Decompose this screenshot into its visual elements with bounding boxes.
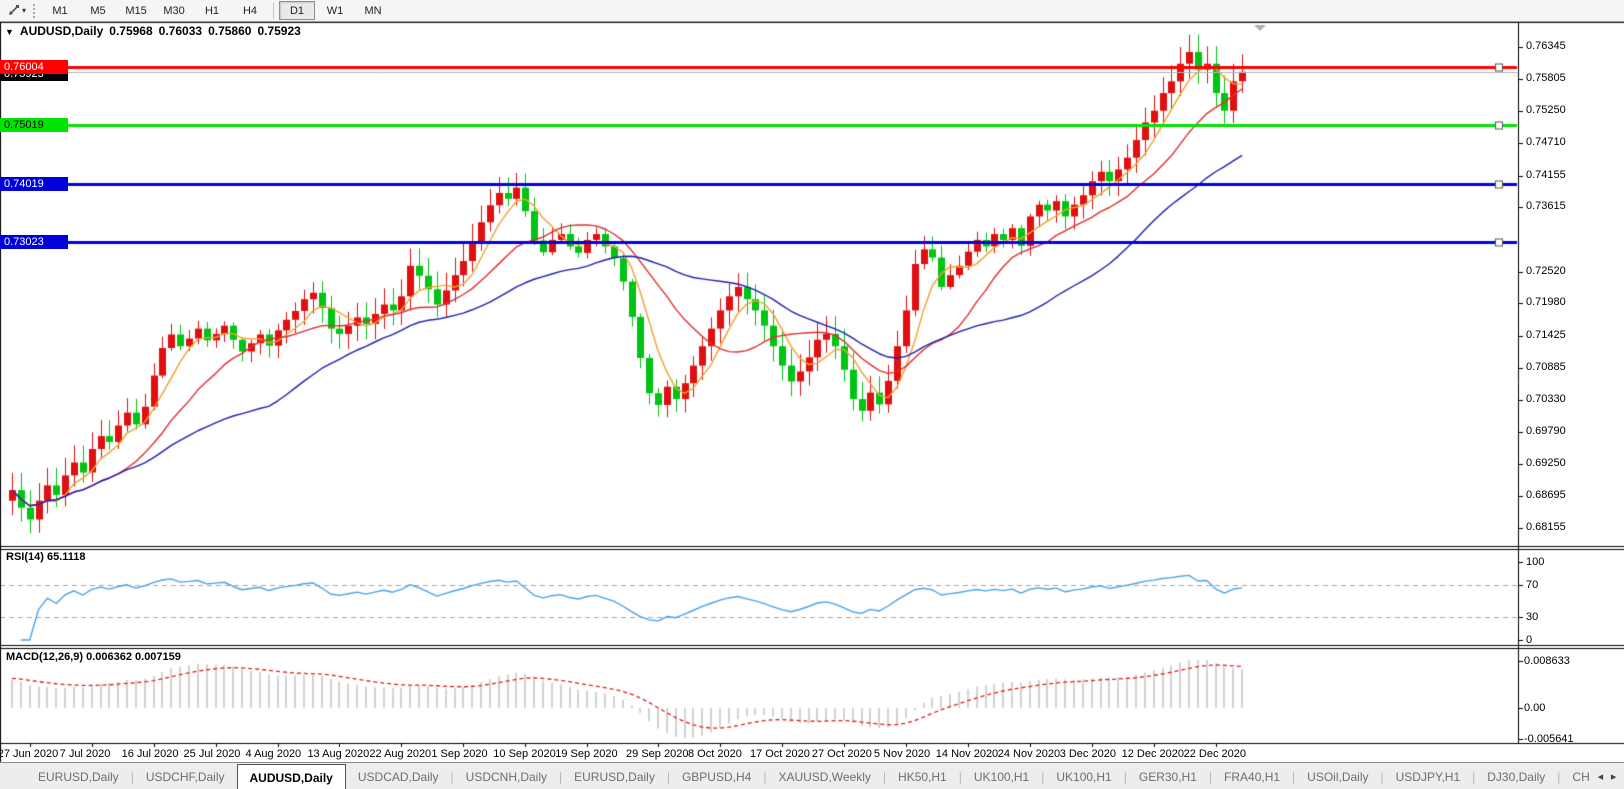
hline-price-label[interactable]: 0.74019	[0, 176, 68, 191]
tab-uk100-h1[interactable]: UK100,H1	[962, 763, 1041, 789]
rsi-tick-label: 0	[1526, 634, 1533, 646]
price-tick-label: 0.71425	[1526, 328, 1566, 341]
toolbar: ▾ M1 M5 M15 M30 H1 H4 D1 W1 MN	[0, 0, 1624, 22]
date-tick-label: 10 Sep 2020	[493, 748, 556, 760]
price-tick-label: 0.69250	[1526, 456, 1566, 469]
timeframe-button-mn[interactable]: MN	[355, 1, 391, 20]
price-tick-label: 0.76345	[1526, 40, 1566, 52]
tab-audusd-daily[interactable]: AUDUSD,Daily	[236, 764, 346, 789]
ohlc-high: 0.76033	[158, 24, 203, 38]
tab-usoil-daily[interactable]: USOil,Daily	[1295, 763, 1380, 789]
tab-usdcnh-daily[interactable]: USDCNH,Daily	[454, 763, 559, 789]
date-tick-label: 25 Jul 2020	[183, 748, 241, 760]
price-tick-label: 0.70885	[1526, 360, 1566, 373]
price-tick-label: 0.69790	[1526, 424, 1566, 437]
chart-title-bar: ▼ AUDUSD,Daily 0.75968 0.76033 0.75860 0.7592…	[5, 24, 307, 38]
date-tick-label: 22 Aug 2020	[369, 748, 432, 760]
tab-uk100-h1[interactable]: UK100,H1	[1044, 763, 1123, 789]
one-click-collapse-icon[interactable]: ▼	[5, 27, 14, 37]
chart-tab-bar: EURUSD,Daily | USDCHF,Daily AUDUSD,Daily USD…	[0, 762, 1624, 789]
date-tick-label: 14 Nov 2020	[935, 748, 999, 760]
timeframe-button-d1[interactable]: D1	[279, 1, 316, 20]
timeframe-button-m30[interactable]: M30	[156, 1, 192, 20]
rsi-tick-label: 100	[1526, 556, 1545, 568]
date-tick-label: 5 Nov 2020	[873, 748, 931, 760]
date-tick-label: 7 Jul 2020	[59, 748, 111, 760]
rsi-panel-label: RSI(14) 65.1118	[6, 551, 86, 563]
tab-hk50-h1[interactable]: HK50,H1	[886, 763, 959, 789]
tab-eurusd-daily[interactable]: EURUSD,Daily	[26, 763, 131, 789]
date-tick-label: 22 Dec 2020	[1183, 748, 1246, 760]
tab-ger30-h1[interactable]: GER30,H1	[1127, 763, 1209, 789]
tab-dj30-daily[interactable]: DJ30,Daily	[1475, 763, 1557, 789]
hline-price-label[interactable]: 0.76004	[0, 60, 68, 75]
macd-tick-label: 0.008633	[1524, 654, 1570, 667]
tab-fra40-h1[interactable]: FRA40,H1	[1212, 763, 1292, 789]
tab-xauusd-weekly[interactable]: XAUUSD,Weekly	[766, 763, 882, 789]
ohlc-low: 0.75860	[208, 24, 252, 38]
date-tick-label: 13 Aug 2020	[307, 748, 370, 760]
price-tick-label: 0.72520	[1526, 264, 1566, 277]
price-tick-label: 0.68155	[1526, 521, 1566, 533]
timeframe-button-m5[interactable]: M5	[80, 1, 116, 20]
timeframe-button-w1[interactable]: W1	[317, 1, 353, 20]
date-tick-label: 3 Dec 2020	[1059, 748, 1116, 760]
timeframe-button-h1[interactable]: H1	[194, 1, 230, 20]
price-tick-label: 0.68695	[1526, 489, 1566, 502]
date-tick-label: 8 Oct 2020	[688, 748, 742, 760]
date-tick-label: 4 Aug 2020	[245, 748, 302, 760]
hline-price-label[interactable]: 0.75019	[0, 117, 68, 132]
macd-panel-label: MACD(12,26,9) 0.006362 0.007159	[6, 651, 181, 663]
date-tick-label: 27 Oct 2020	[811, 748, 872, 760]
tab-usdjpy-h1[interactable]: USDJPY,H1	[1384, 763, 1472, 789]
date-tick-label: 12 Dec 2020	[1121, 748, 1185, 760]
tab-scroll-buttons: ◂ ▸	[1590, 762, 1624, 789]
rsi-tick-label: 70	[1526, 579, 1539, 592]
ohlc-open: 0.75968	[109, 24, 153, 38]
price-tick-label: 0.75805	[1526, 71, 1566, 84]
tab-usdcad-daily[interactable]: USDCAD,Daily	[346, 763, 451, 789]
price-tick-label: 0.75250	[1526, 104, 1566, 117]
date-tick-label: 1 Sep 2020	[431, 748, 488, 760]
price-tick-label: 0.70330	[1526, 393, 1566, 406]
date-tick-label: 24 Nov 2020	[997, 748, 1061, 760]
timeframe-button-m15[interactable]: M15	[118, 1, 154, 20]
tab-gbpusd-h4[interactable]: GBPUSD,H4	[670, 763, 763, 789]
chart-cursor-icon[interactable]	[4, 3, 22, 19]
tab-scroll-right-icon[interactable]: ▸	[1611, 770, 1617, 783]
macd-tick-label: -0.005641	[1524, 732, 1574, 745]
tab-scroll-left-icon[interactable]: ◂	[1598, 770, 1604, 783]
date-tick-label: 16 Jul 2020	[121, 748, 179, 760]
timeframe-button-m1[interactable]: M1	[42, 1, 78, 20]
chart-symbol-label: AUDUSD,Daily	[19, 24, 104, 38]
date-tick-label: 19 Sep 2020	[555, 748, 618, 760]
ohlc-close: 0.75923	[257, 24, 301, 38]
macd-tick-label: 0.00	[1524, 702, 1546, 714]
date-tick-label: 29 Sep 2020	[626, 748, 689, 760]
rsi-tick-label: 30	[1526, 610, 1539, 623]
price-tick-label: 0.71980	[1526, 296, 1566, 309]
tab-usdchf-daily[interactable]: USDCHF,Daily	[134, 763, 237, 789]
price-tick-label: 0.74155	[1526, 168, 1566, 181]
chart-canvas[interactable]	[0, 0, 1624, 789]
timeframe-button-h4[interactable]: H4	[232, 1, 268, 20]
price-tick-label: 0.74710	[1526, 136, 1566, 149]
price-tick-label: 0.73615	[1526, 200, 1566, 213]
date-tick-label: 17 Oct 2020	[749, 748, 810, 760]
tab-eurusd-daily[interactable]: EURUSD,Daily	[562, 763, 667, 789]
cursor-dropdown-caret[interactable]: ▾	[22, 6, 26, 15]
date-tick-label: 27 Jun 2020	[0, 748, 59, 760]
toolbar-separator	[273, 2, 275, 19]
toolbar-grip	[33, 3, 36, 18]
hline-price-label[interactable]: 0.73023	[0, 235, 68, 250]
